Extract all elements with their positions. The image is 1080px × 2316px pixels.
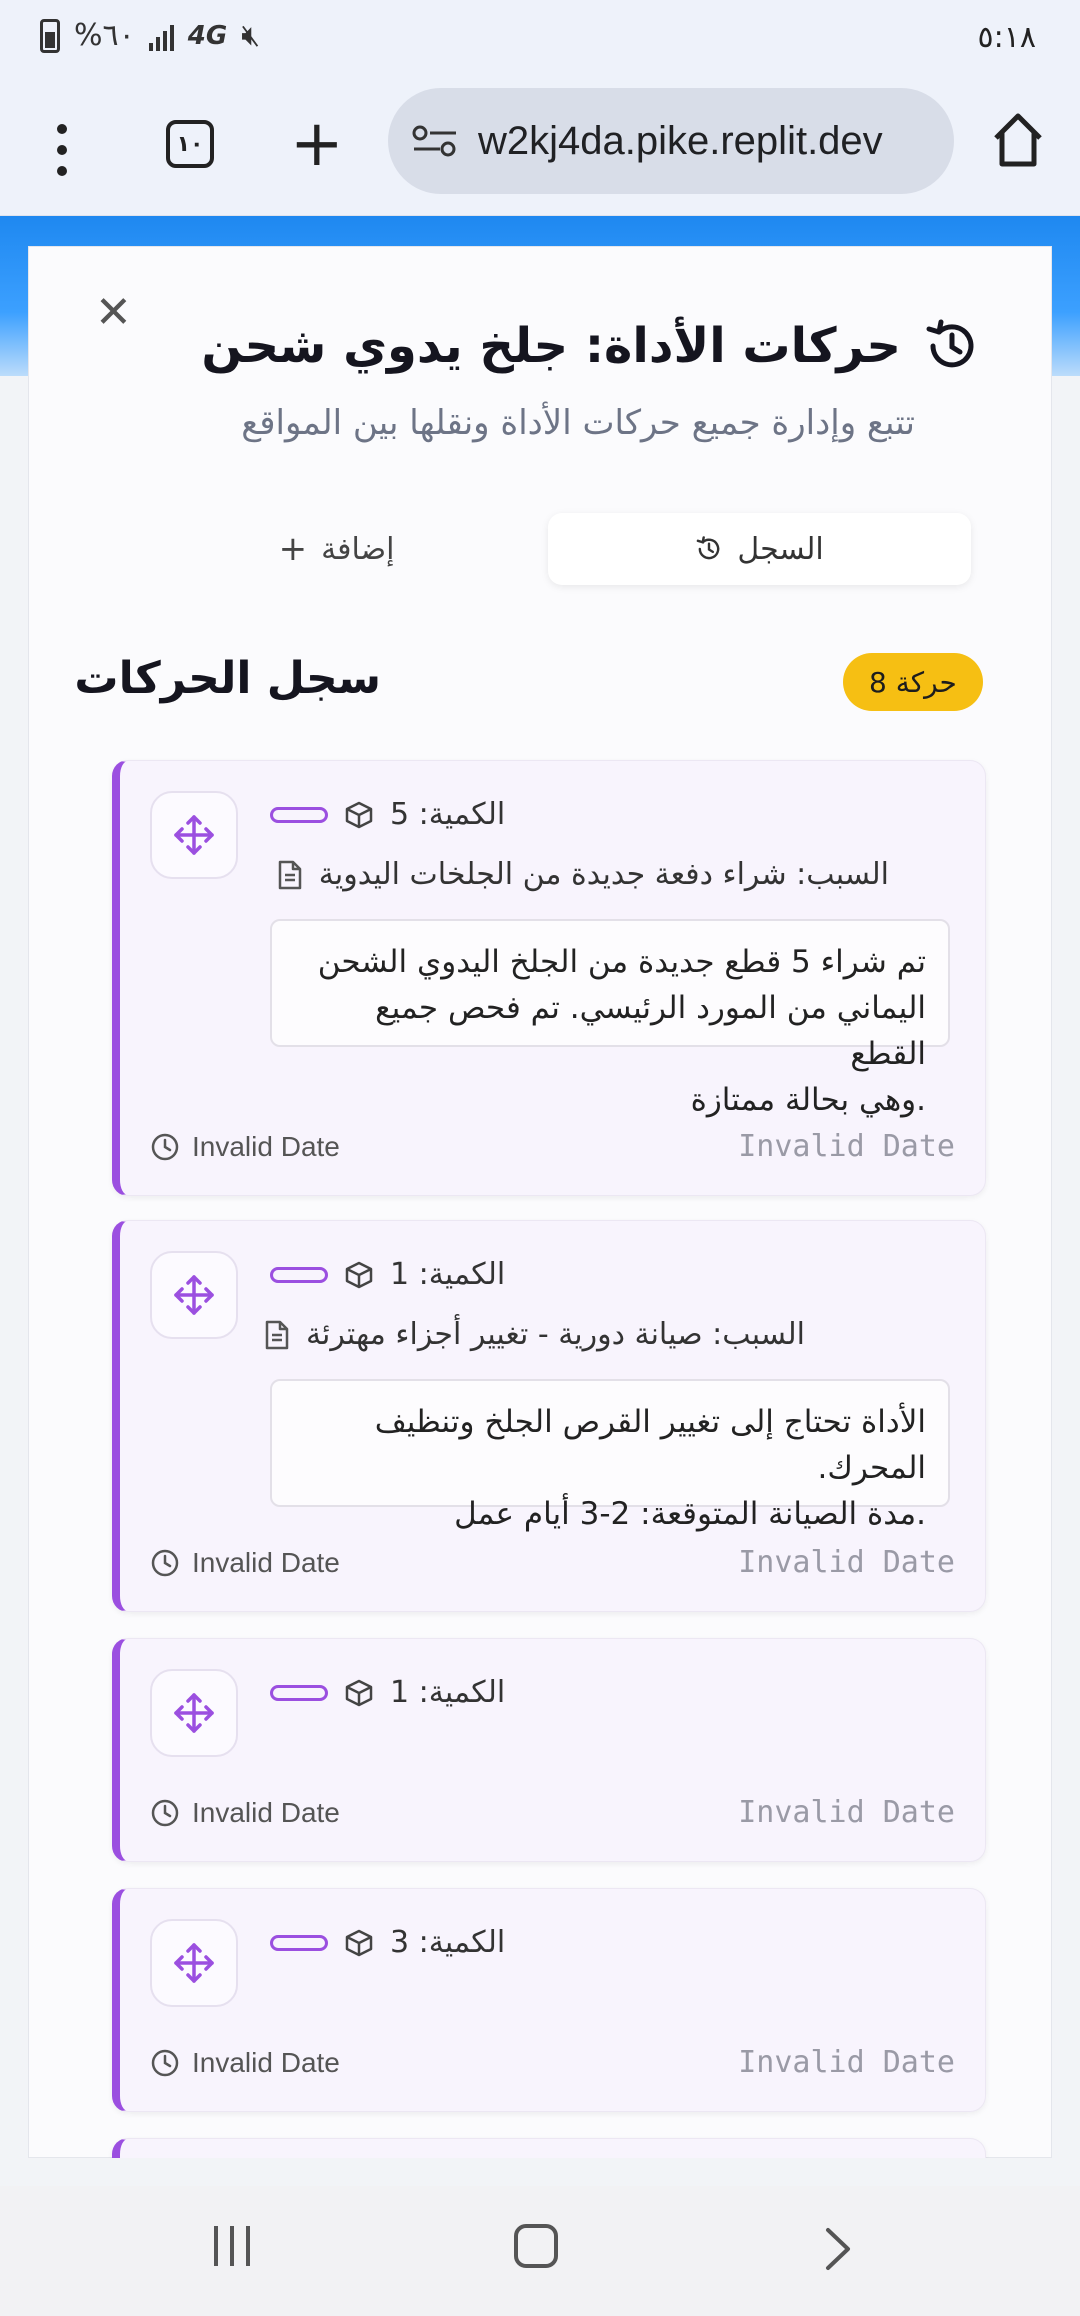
new-tab-icon[interactable]: + xyxy=(290,106,344,182)
quantity-row: الكمية: 3 xyxy=(270,1925,505,1960)
package-icon xyxy=(345,1929,373,1956)
status-bar: %٦٠ 4G 🔇︎ ٥:١٨ xyxy=(0,0,1080,82)
type-pill xyxy=(270,1266,328,1283)
package-icon xyxy=(345,801,373,828)
type-pill xyxy=(270,806,328,823)
package-icon xyxy=(345,1679,373,1706)
date-left: Invalid Date xyxy=(150,1131,340,1163)
status-icons: %٦٠ 4G 🔇︎ xyxy=(40,18,260,53)
note-line: الأداة تحتاج إلى تغيير القرص الجلخ وتنظي… xyxy=(374,1404,926,1486)
move-icon[interactable] xyxy=(150,1669,238,1757)
clock-icon xyxy=(151,1133,179,1161)
status-time: ٥:١٨ xyxy=(977,20,1036,55)
movement-card: الكمية: 1 Invalid Date Invalid Date xyxy=(112,1638,986,1862)
more-menu-icon[interactable] xyxy=(42,118,82,182)
notes-box: الأداة تحتاج إلى تغيير القرص الجلخ وتنظي… xyxy=(270,1379,950,1532)
quantity-text: الكمية: 3 xyxy=(390,1925,506,1960)
home-button-icon[interactable] xyxy=(514,2224,558,2268)
battery-icon xyxy=(40,18,60,53)
note-line: .وهي بحالة ممتازة xyxy=(690,1082,926,1118)
type-pill xyxy=(270,1684,328,1701)
date-right: Invalid Date xyxy=(738,2045,955,2080)
quantity-row: الكمية: 1 xyxy=(270,1675,505,1710)
home-icon[interactable] xyxy=(990,110,1046,170)
type-pill xyxy=(270,1934,328,1951)
move-icon[interactable] xyxy=(150,791,238,879)
tab-switcher-button[interactable]: ١٠ xyxy=(166,120,214,168)
quantity-text: الكمية: 5 xyxy=(390,797,506,832)
reason-row: السبب: شراء دفعة جديدة من الجلخات اليدوي… xyxy=(277,857,889,892)
movement-list: الكمية: 5 السبب: شراء دفعة جديدة من الجل… xyxy=(28,246,1052,2158)
move-icon[interactable] xyxy=(150,1251,238,1339)
reason-text: السبب: شراء دفعة جديدة من الجلخات اليدوي… xyxy=(318,857,889,892)
move-icon[interactable] xyxy=(150,1919,238,2007)
document-icon xyxy=(265,1320,289,1349)
date-left: Invalid Date xyxy=(150,2047,340,2079)
clock-icon xyxy=(151,1799,179,1827)
date-left-text: Invalid Date xyxy=(192,1797,340,1828)
note-line: .مدة الصيانة المتوقعة: 2-3 أيام عمل xyxy=(454,1496,926,1532)
date-left: Invalid Date xyxy=(150,1797,340,1829)
network-type: 4G xyxy=(187,20,228,51)
date-left-text: Invalid Date xyxy=(192,1547,340,1578)
mute-icon: 🔇︎ xyxy=(241,18,261,53)
date-right: Invalid Date xyxy=(738,1129,955,1164)
note-line: تم شراء 5 قطع جديدة من الجلخ اليدوي الشح… xyxy=(317,944,926,980)
date-right: Invalid Date xyxy=(738,1545,955,1580)
clock-icon xyxy=(151,2049,179,2077)
notes-box: تم شراء 5 قطع جديدة من الجلخ اليدوي الشح… xyxy=(270,919,950,1118)
movement-card-partial xyxy=(112,2138,986,2158)
date-left-text: Invalid Date xyxy=(192,1131,340,1162)
address-bar[interactable]: w2kj4da.pike.replit.dev xyxy=(388,88,954,194)
reason-row: السبب: صيانة دورية - تغيير أجزاء مهترئة xyxy=(264,1317,805,1352)
site-settings-icon[interactable] xyxy=(412,121,458,161)
movement-card: الكمية: 5 السبب: شراء دفعة جديدة من الجل… xyxy=(112,760,986,1196)
package-icon xyxy=(345,1261,373,1288)
clock-icon xyxy=(151,1549,179,1577)
note-line: اليماني من المورد الرئيسي. تم فحص جميع ا… xyxy=(375,990,926,1072)
battery-level: %٦٠ xyxy=(74,18,135,53)
quantity-row: الكمية: 5 xyxy=(270,797,505,832)
url-text: w2kj4da.pike.replit.dev xyxy=(478,118,883,163)
document-icon xyxy=(278,860,302,889)
reason-text: السبب: صيانة دورية - تغيير أجزاء مهترئة xyxy=(305,1317,805,1352)
tab-count: ١٠ xyxy=(176,131,204,157)
quantity-text: الكمية: 1 xyxy=(390,1257,506,1292)
quantity-text: الكمية: 1 xyxy=(390,1675,506,1710)
recent-apps-icon[interactable] xyxy=(214,2226,250,2266)
signal-icon xyxy=(148,21,174,51)
movement-card: الكمية: 1 السبب: صيانة دورية - تغيير أجز… xyxy=(112,1220,986,1612)
back-icon[interactable] xyxy=(820,2224,856,2274)
quantity-row: الكمية: 1 xyxy=(270,1257,505,1292)
movement-card: الكمية: 3 Invalid Date Invalid Date xyxy=(112,1888,986,2112)
date-right: Invalid Date xyxy=(738,1795,955,1830)
date-left-text: Invalid Date xyxy=(192,2047,340,2078)
date-left: Invalid Date xyxy=(150,1547,340,1579)
browser-toolbar: ١٠ + w2kj4da.pike.replit.dev xyxy=(0,82,1080,216)
system-nav-bar xyxy=(0,2186,1080,2316)
